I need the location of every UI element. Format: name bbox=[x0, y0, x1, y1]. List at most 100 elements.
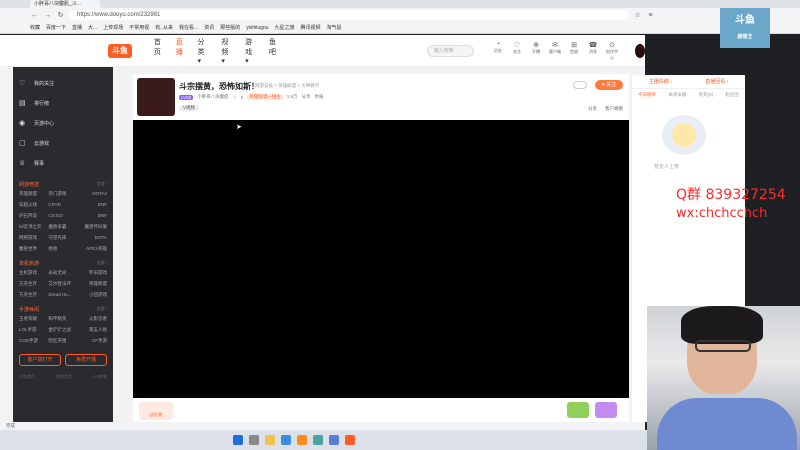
bookmark-item[interactable]: 腾讯视频 bbox=[301, 24, 321, 31]
game-link[interactable]: DOTA bbox=[78, 235, 107, 241]
game-link[interactable]: 热门游戏 bbox=[48, 191, 77, 197]
url-field[interactable]: https://www.douyu.com/232981 bbox=[69, 10, 629, 20]
bookmark-item[interactable]: 收藏 bbox=[30, 24, 40, 31]
tab-week[interactable]: 本周贡献 bbox=[668, 92, 686, 98]
bookmark-item[interactable]: 资讯 bbox=[204, 24, 214, 31]
game-link[interactable]: 永劫无间 bbox=[48, 270, 77, 276]
bookmark-item[interactable]: 淘气鼠 bbox=[327, 24, 342, 31]
browser-icon[interactable] bbox=[280, 435, 291, 445]
bookmark-item[interactable]: 我在看... bbox=[179, 24, 198, 31]
game-link[interactable]: 金铲铲之战 bbox=[48, 327, 77, 333]
game-link[interactable]: 英雄联盟 bbox=[78, 281, 107, 287]
game-link[interactable]: LOL手游 bbox=[19, 327, 48, 333]
section-more-link[interactable]: 全部 › bbox=[97, 260, 107, 267]
gift-promo[interactable]: 送礼物 bbox=[139, 402, 173, 420]
room-tags[interactable]: 网游竞技 > 英雄联盟 > 大神教学 bbox=[255, 83, 319, 89]
game-link[interactable]: CF手游 bbox=[78, 338, 107, 344]
douyu-app-icon[interactable] bbox=[344, 435, 355, 445]
bookmark-item[interactable]: 九星之旅 bbox=[274, 24, 294, 31]
game-link[interactable]: DNF bbox=[78, 213, 107, 219]
streamer-name[interactable]: 小胖哥八块腹肌 bbox=[197, 94, 229, 100]
game-link[interactable]: DNF bbox=[78, 202, 107, 208]
search-icon[interactable] bbox=[248, 435, 259, 445]
game-link[interactable]: COD手游 bbox=[19, 338, 48, 344]
game-link[interactable]: 魔兽世界 bbox=[19, 246, 48, 252]
game-link[interactable]: 王者荣耀 bbox=[19, 316, 48, 322]
tab-vip[interactable]: 贵宾(0) bbox=[699, 92, 714, 98]
star-icon[interactable]: ☆ bbox=[633, 11, 642, 20]
game-link[interactable]: 炉石传说 bbox=[19, 213, 48, 219]
back-icon[interactable]: ← bbox=[30, 11, 39, 20]
client-button[interactable]: ✉ 客户端 bbox=[549, 41, 562, 61]
rank-badge[interactable]: 英雄联盟一线主 bbox=[247, 94, 283, 100]
streamer-avatar[interactable] bbox=[137, 78, 175, 116]
game-link[interactable]: 和平精英 bbox=[48, 316, 77, 322]
user-avatar[interactable] bbox=[634, 43, 645, 58]
bookmark-item[interactable]: 百度一下 bbox=[46, 24, 66, 31]
game-link[interactable]: 穿越火线 bbox=[19, 202, 48, 208]
game-link[interactable]: 艾尔登法环 bbox=[48, 281, 77, 287]
app-icon[interactable] bbox=[296, 435, 307, 445]
sidebar-item-webgame[interactable]: ◉ 页游中心 bbox=[19, 113, 107, 133]
report-label[interactable]: 举报 bbox=[315, 94, 324, 100]
menu-icon[interactable]: ≡ bbox=[646, 11, 655, 20]
share-button[interactable]: 分享 bbox=[588, 106, 597, 112]
footer-link[interactable]: 斗鱼首页 bbox=[19, 374, 35, 380]
section-more-link[interactable]: 全部 › bbox=[97, 306, 107, 313]
game-link[interactable]: 魔兽争霸 bbox=[48, 224, 77, 230]
windows-start-icon[interactable] bbox=[232, 435, 243, 445]
game-link[interactable]: 英雄联盟 bbox=[19, 191, 48, 197]
follow-button[interactable]: ♥ 关注 bbox=[595, 80, 623, 90]
game-link[interactable]: 主机游戏 bbox=[19, 270, 48, 276]
start-broadcast-button[interactable]: 免费开播 bbox=[65, 354, 107, 366]
game-link[interactable]: DOTA2 bbox=[78, 191, 107, 197]
game-link[interactable]: 方舟生存 bbox=[19, 292, 48, 298]
game-link[interactable]: 怀旧游戏 bbox=[78, 270, 107, 276]
game-link[interactable]: APEX英雄 bbox=[78, 246, 107, 252]
gift-box-icon[interactable] bbox=[595, 402, 617, 418]
game-link[interactable]: 火影忍者 bbox=[78, 316, 107, 322]
bookmark-item[interactable]: 不常用视 bbox=[129, 24, 149, 31]
game-link[interactable]: CS:GO bbox=[48, 213, 77, 219]
game-link[interactable]: 小团游戏 bbox=[78, 292, 107, 298]
toggle-switch[interactable] bbox=[573, 81, 587, 89]
tab-fans[interactable]: 粉丝团 bbox=[725, 92, 739, 98]
bookmark-item[interactable]: 有, 从来 bbox=[155, 24, 173, 31]
bookmark-item[interactable]: 直播 bbox=[72, 24, 82, 31]
fin-button[interactable]: ⊞ 鱼翅 bbox=[568, 41, 581, 61]
refresh-icon[interactable]: ↻ bbox=[56, 11, 65, 20]
game-link[interactable]: 守望先锋 bbox=[48, 235, 77, 241]
game-link[interactable]: 方舟生存 bbox=[19, 281, 48, 287]
app-icon[interactable] bbox=[312, 435, 323, 445]
creator-button[interactable]: ⊙ 创作中心 bbox=[606, 41, 619, 61]
game-link[interactable]: 网络游戏 bbox=[19, 235, 48, 241]
nav-video[interactable]: 视频▾ bbox=[221, 37, 231, 65]
site-logo[interactable]: 斗鱼 bbox=[108, 43, 132, 58]
search-input[interactable]: 输入搜索 bbox=[426, 44, 474, 57]
game-link[interactable]: CFHD bbox=[48, 202, 77, 208]
broadcast-button[interactable]: ⊕ 开播 bbox=[530, 41, 543, 61]
client-watch-button[interactable]: 客户端看 bbox=[605, 106, 623, 112]
bookmark-item[interactable]: yishilugou bbox=[246, 25, 268, 31]
history-button[interactable]: ◔ 历史 bbox=[492, 41, 505, 61]
bookmark-item[interactable]: 那些版的 bbox=[220, 24, 240, 31]
bookmark-item[interactable]: 大... bbox=[88, 24, 97, 31]
share-count-label[interactable]: 分享 bbox=[302, 94, 311, 100]
sidebar-item-follow[interactable]: ♡ 我的关注 bbox=[19, 73, 107, 93]
gift-chest-icon[interactable] bbox=[567, 402, 589, 418]
footer-link[interactable]: 鱼吧首页 bbox=[56, 374, 72, 380]
video-tag[interactable]: V视频 bbox=[179, 105, 200, 111]
game-link[interactable]: 第五人格 bbox=[78, 327, 107, 333]
footer-link[interactable]: CG转发 bbox=[93, 374, 107, 380]
game-link[interactable]: 暗区突围 bbox=[48, 338, 77, 344]
follow-button[interactable]: ♡ 关注 bbox=[511, 41, 524, 61]
streamer-posts-link[interactable]: 主播投稿 › bbox=[649, 78, 672, 85]
tab-today[interactable]: 今日榜单 bbox=[638, 92, 656, 98]
game-link[interactable]: lol云顶之弈 bbox=[19, 224, 48, 230]
sidebar-item-cloudgame[interactable]: ▢ 云游戏 bbox=[19, 133, 107, 153]
forward-icon[interactable]: → bbox=[43, 11, 52, 20]
open-client-button[interactable]: 客户端打开 bbox=[19, 354, 61, 366]
bookmark-item[interactable]: 上传现场 bbox=[103, 24, 123, 31]
nav-live[interactable]: 直播 bbox=[176, 37, 184, 65]
browser-tab[interactable]: 小胖哥八块腹肌_斗... bbox=[30, 0, 100, 8]
